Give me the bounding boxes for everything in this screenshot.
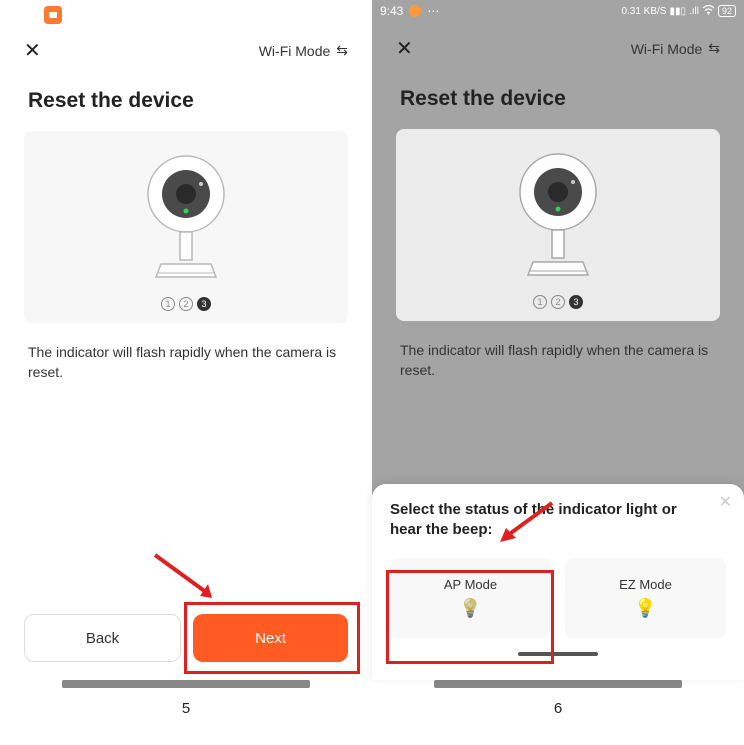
close-icon[interactable]: ✕	[396, 36, 413, 61]
signal-icon: ▮▮▯	[669, 6, 686, 17]
wifi-mode-button[interactable]: Wi-Fi Mode ⇆	[259, 42, 348, 59]
bulb-off-icon: 💡	[459, 598, 481, 619]
wifi-mode-label: Wi-Fi Mode	[631, 41, 703, 57]
status-dot-icon	[409, 5, 421, 17]
page-title: Reset the device	[0, 73, 372, 125]
ez-mode-card[interactable]: EZ Mode 💡	[565, 558, 726, 638]
status-more-icon: ⋯	[427, 4, 439, 18]
battery-icon: 92	[718, 5, 736, 17]
sheet-title: Select the status of the indicator light…	[390, 500, 726, 541]
step-indicator: 1 2 3	[533, 295, 583, 309]
bulb-on-icon: 💡	[634, 598, 656, 619]
step-2: 2	[179, 297, 193, 311]
camera-icon-top	[44, 6, 62, 24]
step-number-left: 5	[0, 690, 372, 717]
step-2: 2	[551, 295, 565, 309]
step-number-right: 6	[372, 690, 744, 717]
step-1: 1	[161, 297, 175, 311]
step-3: 3	[569, 295, 583, 309]
panel-step-6: 9:43 ⋯ 0.31 KB/S ▮▮▯ .ıll 92 ✕ Wi-Fi Mod…	[372, 0, 744, 680]
step-3: 3	[197, 297, 211, 311]
separator-bar	[434, 680, 682, 688]
camera-illustration	[126, 149, 246, 289]
ap-mode-card[interactable]: AP Mode 💡	[390, 558, 551, 638]
step-indicator: 1 2 3	[161, 297, 211, 311]
page-title: Reset the device	[372, 71, 744, 123]
wifi-mode-label: Wi-Fi Mode	[259, 43, 331, 59]
mode-select-sheet: ✕ Select the status of the indicator lig…	[372, 484, 744, 681]
device-illustration-card: 1 2 3	[396, 129, 720, 321]
annotation-arrow-left	[150, 550, 230, 610]
step-1: 1	[533, 295, 547, 309]
swap-icon: ⇆	[336, 42, 348, 59]
back-button[interactable]: Back	[24, 614, 181, 662]
home-indicator	[518, 652, 598, 656]
next-button[interactable]: Next	[193, 614, 348, 662]
ap-mode-label: AP Mode	[444, 577, 497, 592]
close-icon[interactable]: ✕	[24, 38, 41, 63]
instruction-text: The indicator will flash rapidly when th…	[0, 329, 372, 396]
ez-mode-label: EZ Mode	[619, 577, 672, 592]
swap-icon: ⇆	[708, 40, 720, 57]
camera-illustration	[498, 147, 618, 287]
device-illustration-card: 1 2 3	[24, 131, 348, 323]
signal-icon-2: .ıll	[689, 6, 699, 17]
wifi-icon	[702, 5, 715, 18]
separator-bar	[62, 680, 310, 688]
sheet-close-icon[interactable]: ✕	[719, 492, 732, 512]
panel-step-5: ✕ Wi-Fi Mode ⇆ Reset the device 1 2 3	[0, 0, 372, 680]
status-time: 9:43	[380, 4, 403, 18]
status-net: 0.31 KB/S	[621, 6, 666, 17]
instruction-text: The indicator will flash rapidly when th…	[372, 327, 744, 394]
wifi-mode-button[interactable]: Wi-Fi Mode ⇆	[631, 40, 720, 57]
status-bar: 9:43 ⋯ 0.31 KB/S ▮▮▯ .ıll 92	[372, 0, 744, 22]
